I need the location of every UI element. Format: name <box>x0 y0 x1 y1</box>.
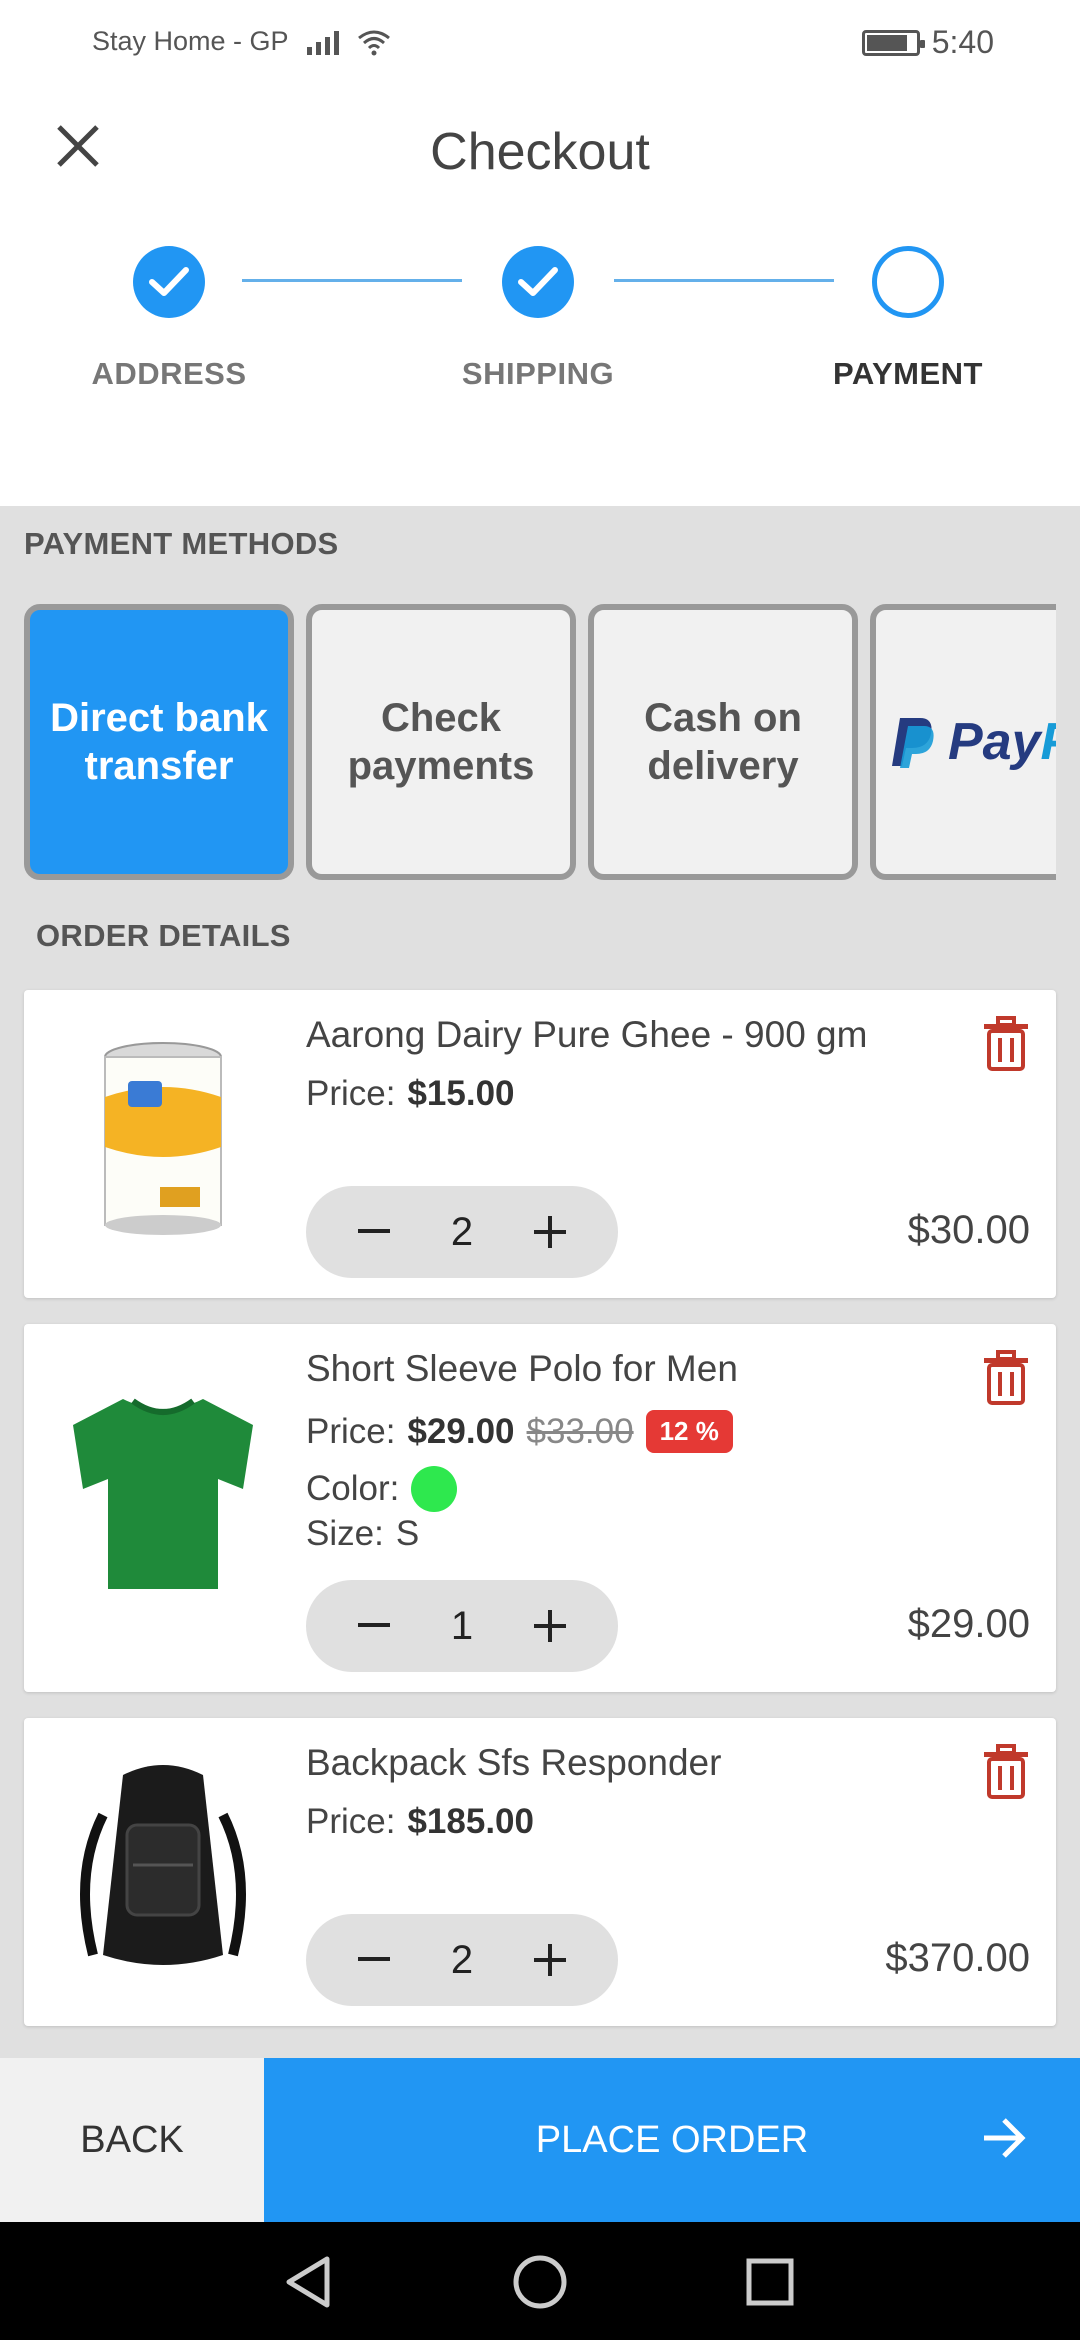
step-payment[interactable]: PAYMENT <box>778 246 1038 392</box>
color-swatch <box>411 1466 458 1512</box>
method-paypal[interactable]: PayPal <box>870 604 1056 880</box>
price-label: Price: <box>306 1802 396 1841</box>
method-label: Check payments <box>347 696 535 788</box>
old-price: $33.00 <box>526 1411 634 1451</box>
item-subtotal: $29.00 <box>907 1602 1030 1646</box>
price-row: Price: $29.00 $33.00 12 % <box>306 1410 733 1453</box>
method-cash-on-delivery[interactable]: Cash on delivery <box>588 604 858 880</box>
nav-recents-button[interactable] <box>738 2250 802 2314</box>
method-check-payments[interactable]: Check payments <box>306 604 576 880</box>
recents-square-icon <box>746 2258 794 2306</box>
method-label: Cash on delivery <box>644 696 802 788</box>
price-label: Price: <box>306 1411 396 1451</box>
size-value: S <box>395 1514 420 1553</box>
step-label: SHIPPING <box>461 356 615 391</box>
step-address[interactable]: ADDRESS <box>39 246 299 392</box>
color-label: Color: <box>306 1469 400 1508</box>
place-order-button[interactable]: PLACE ORDER <box>264 2058 1080 2222</box>
checkout-actions: BACK PLACE ORDER <box>0 2058 1080 2222</box>
product-price: $185.00 <box>407 1802 534 1841</box>
minus-icon <box>358 1623 390 1627</box>
trash-icon[interactable] <box>980 1350 1032 1406</box>
payment-methods-carousel[interactable]: Direct bank transfer Check payments Cash… <box>24 604 1056 886</box>
current-step-circle-icon <box>872 246 944 318</box>
place-order-label: PLACE ORDER <box>535 2118 809 2161</box>
minus-icon <box>358 1229 390 1233</box>
step-label: ADDRESS <box>91 356 247 391</box>
price-label: Price: <box>306 1074 396 1113</box>
price-row: Price: $15.00 <box>306 1074 515 1114</box>
back-triangle-icon <box>286 2256 330 2308</box>
decrease-quantity-button[interactable] <box>346 1204 402 1260</box>
price-row: Price: $185.00 <box>306 1802 534 1842</box>
increase-quantity-button[interactable] <box>522 1204 578 1260</box>
product-price: $29.00 <box>407 1411 515 1451</box>
signal-icon <box>306 29 339 55</box>
battery-icon <box>861 29 925 56</box>
size-label: Size: <box>306 1514 384 1553</box>
product-image-backpack <box>38 1740 288 1990</box>
trash-icon[interactable] <box>980 1744 1032 1800</box>
order-item-card: Short Sleeve Polo for Men Price: $29.00 … <box>24 1324 1056 1692</box>
item-subtotal: $30.00 <box>907 1208 1030 1252</box>
status-bar: Stay Home - GP 5:40 <box>0 0 1080 86</box>
check-icon <box>133 246 205 318</box>
order-item-card: Backpack Sfs Responder Price: $185.00 2 … <box>24 1718 1056 2026</box>
home-circle-icon <box>513 2255 567 2309</box>
discount-badge: 12 % <box>645 1410 733 1453</box>
quantity-stepper: 1 <box>306 1580 618 1672</box>
checkout-content[interactable]: PAYMENT METHODS Direct bank transfer Che… <box>0 506 1080 2058</box>
plus-icon <box>534 1944 566 1976</box>
product-price: $15.00 <box>407 1074 515 1113</box>
product-name: Short Sleeve Polo for Men <box>306 1348 738 1389</box>
wifi-icon <box>357 30 390 55</box>
increase-quantity-button[interactable] <box>522 1598 578 1654</box>
product-image-ghee <box>38 1012 288 1262</box>
size-attribute: Size: S <box>306 1514 419 1554</box>
paypal-icon <box>892 718 934 768</box>
step-shipping[interactable]: SHIPPING <box>408 246 668 392</box>
trash-icon[interactable] <box>980 1016 1032 1072</box>
product-image-polo <box>38 1364 288 1614</box>
page-title: Checkout <box>430 123 650 181</box>
color-attribute: Color: <box>306 1466 458 1512</box>
back-button[interactable]: BACK <box>0 2058 264 2222</box>
nav-back-button[interactable] <box>276 2250 340 2314</box>
method-label: PayPal <box>948 712 1056 771</box>
decrease-quantity-button[interactable] <box>346 1598 402 1654</box>
method-direct-bank-transfer[interactable]: Direct bank transfer <box>24 604 294 880</box>
minus-icon <box>358 1957 390 1961</box>
item-subtotal: $370.00 <box>885 1936 1030 1980</box>
carrier-name: Stay Home - GP <box>92 26 289 56</box>
system-navigation-bar <box>0 2222 1080 2340</box>
increase-quantity-button[interactable] <box>522 1932 578 1988</box>
arrow-right-icon <box>984 2118 1026 2158</box>
payment-methods-title: PAYMENT METHODS <box>24 526 339 561</box>
checkout-header: Checkout ADDRESS SHIPPING PAYMENT <box>0 86 1080 506</box>
quantity-value: 2 <box>450 1209 474 1254</box>
quantity-value: 1 <box>450 1603 474 1648</box>
quantity-stepper: 2 <box>306 1186 618 1278</box>
clock: 5:40 <box>931 24 994 60</box>
decrease-quantity-button[interactable] <box>346 1932 402 1988</box>
step-label: PAYMENT <box>833 356 983 391</box>
order-details-title: ORDER DETAILS <box>36 918 291 953</box>
quantity-stepper: 2 <box>306 1914 618 2006</box>
status-left: Stay Home - GP <box>92 26 391 57</box>
product-name: Backpack Sfs Responder <box>306 1742 722 1783</box>
product-name: Aarong Dairy Pure Ghee - 900 gm <box>306 1014 868 1055</box>
nav-home-button[interactable] <box>508 2250 572 2314</box>
status-right: 5:40 <box>861 24 994 61</box>
method-label: Direct bank transfer <box>50 696 268 788</box>
quantity-value: 2 <box>450 1937 474 1982</box>
plus-icon <box>534 1610 566 1642</box>
order-item-card: Aarong Dairy Pure Ghee - 900 gm Price: $… <box>24 990 1056 1298</box>
check-icon <box>502 246 574 318</box>
plus-icon <box>534 1216 566 1248</box>
checkout-stepper: ADDRESS SHIPPING PAYMENT <box>0 246 1080 391</box>
